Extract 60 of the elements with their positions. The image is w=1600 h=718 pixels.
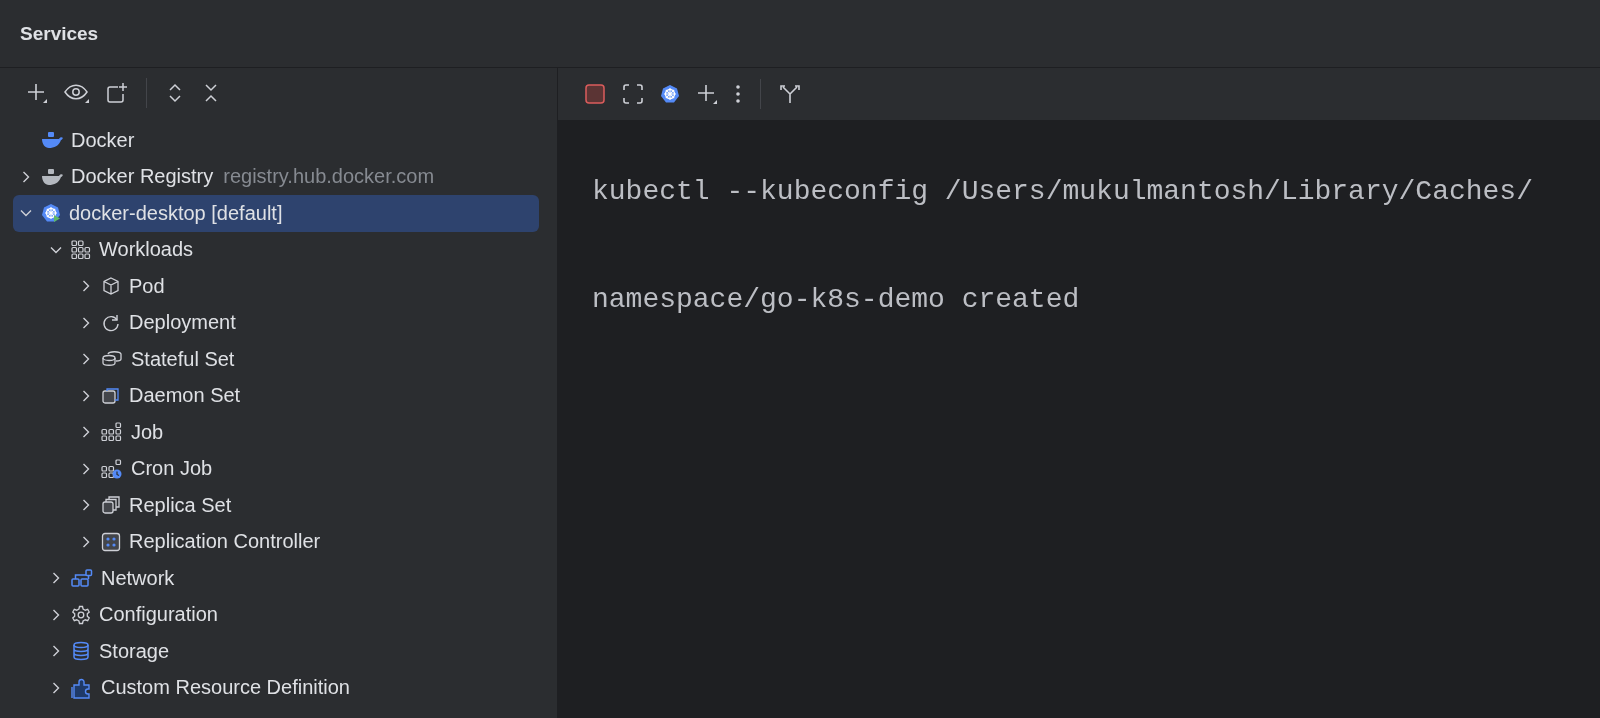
cube-icon	[101, 276, 121, 297]
item-label: Daemon Set	[129, 384, 241, 408]
item-label: Replica Set	[129, 493, 232, 517]
tree-item[interactable]: Daemon Set	[13, 377, 539, 414]
item-label: Docker Registry	[71, 165, 214, 189]
tree-item[interactable]: Workloads	[13, 231, 539, 268]
item-label: Docker	[71, 128, 135, 152]
item-label: Pod	[129, 274, 165, 298]
fork-icon	[779, 83, 801, 105]
puzzle-icon	[71, 676, 93, 699]
item-detail: registry.hub.docker.com	[223, 165, 435, 189]
item-label: Storage	[99, 639, 170, 663]
more-icon	[734, 83, 742, 105]
tree-item[interactable]: Replication Controller	[13, 523, 539, 560]
stacked-squares-icon	[101, 495, 121, 516]
database-icon	[71, 641, 91, 662]
window-title: Services	[20, 22, 99, 45]
whale-icon	[41, 167, 63, 186]
new-tab-icon	[106, 82, 128, 104]
tree-item[interactable]: Docker	[13, 122, 539, 159]
tree-item[interactable]: Network	[13, 560, 539, 597]
item-label: Stateful Set	[131, 347, 235, 371]
item-label: Job	[131, 420, 164, 444]
fullscreen-icon	[622, 83, 644, 105]
stop-icon	[584, 83, 606, 105]
tree-item[interactable]: Configuration	[13, 596, 539, 633]
network-icon	[71, 568, 93, 589]
tree-item[interactable]: Stateful Set	[13, 341, 539, 378]
tree-item[interactable]: Job	[13, 414, 539, 451]
tree-item[interactable]: Deployment	[13, 304, 539, 341]
tree-item[interactable]: Pod	[13, 268, 539, 305]
clock-grid-icon	[101, 458, 123, 479]
kubernetes-icon	[41, 203, 61, 224]
item-label: Cron Job	[131, 457, 213, 481]
refresh-icon	[101, 312, 121, 333]
eye-icon	[64, 82, 90, 104]
item-label: Workloads	[99, 238, 194, 262]
plus-icon	[26, 82, 48, 104]
tree-item[interactable]: Docker Registry registry.hub.docker.com	[13, 158, 539, 195]
plus-icon	[696, 83, 718, 105]
square-icon	[101, 385, 121, 406]
tree-item[interactable]: Replica Set	[13, 487, 539, 524]
whale-icon	[41, 131, 63, 150]
tree-item[interactable]: Cron Job	[13, 450, 539, 487]
tree-item[interactable]: Storage	[13, 633, 539, 670]
console-line: kubectl --kubeconfig /Users/mukulmantosh/Library/Caches/	[592, 176, 1534, 209]
gear-icon	[71, 604, 91, 625]
item-label: Network	[101, 566, 175, 590]
dots-grid-icon	[101, 422, 123, 443]
kubernetes-icon	[660, 84, 680, 104]
console-line: namespace/go-k8s-demo created	[592, 284, 1081, 317]
tree-item[interactable]: Custom Resource Definition	[13, 669, 539, 706]
item-label: Replication Controller	[129, 530, 321, 554]
grid-icon	[71, 239, 91, 260]
item-label: Custom Resource Definition	[101, 676, 350, 700]
tree-item[interactable]: docker-desktop [default]	[13, 195, 539, 232]
item-label: Deployment	[129, 311, 236, 335]
four-dots-icon	[101, 531, 121, 552]
item-label: Configuration	[99, 603, 218, 627]
item-label: docker-desktop [default]	[69, 201, 283, 225]
